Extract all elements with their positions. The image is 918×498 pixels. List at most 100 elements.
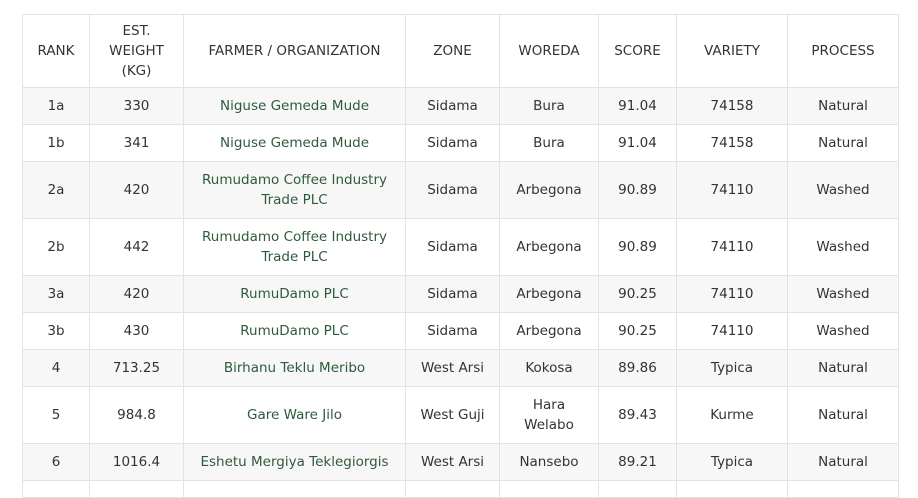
cell-score: 90.89 (598, 218, 677, 276)
cell-weight: 341 (89, 124, 184, 162)
cell-zone: Sidama (405, 161, 500, 219)
cell-weight: 1016.4 (89, 443, 184, 481)
cell-zone: West Arsi (405, 349, 500, 387)
table-row: 2a 420 Rumudamo Coffee Industry Trade PLC S… (22, 161, 899, 219)
cell-process: Washed (787, 275, 899, 313)
cell-woreda: Arbegona (499, 218, 599, 276)
cell-rank: 1b (22, 124, 90, 162)
column-header-woreda: WOREDA (499, 14, 599, 88)
cell-woreda: Bura (499, 87, 599, 125)
cell-woreda: Bura (499, 124, 599, 162)
cell-weight: 984.8 (89, 386, 184, 444)
column-header-variety: VARIETY (676, 14, 788, 88)
table-row: 2b 442 Rumudamo Coffee Industry Trade PLC S… (22, 218, 899, 276)
table-row: 4 713.25 Birhanu Teklu Meribo West Arsi Koko… (22, 349, 899, 387)
table-row: 6 1016.4 Eshetu Mergiya Teklegiorgis West A… (22, 443, 899, 481)
cell-rank: 6 (22, 443, 90, 481)
cell-rank (22, 480, 90, 498)
table-row: 1a 330 Niguse Gemeda Mude Sidama Bura 91.04 74… (22, 87, 899, 125)
cell-variety (676, 480, 788, 498)
cell-farmer: Niguse Gemeda Mude (183, 87, 406, 125)
cell-score: 91.04 (598, 124, 677, 162)
cell-score: 90.89 (598, 161, 677, 219)
table-header-row: RANK EST. WEIGHT (kg) FARMER / ORGANIZATIO… (22, 14, 899, 88)
cell-process: Natural (787, 349, 899, 387)
cell-process: Natural (787, 87, 899, 125)
column-header-farmer: FARMER / ORGANIZATION (183, 14, 406, 88)
cell-variety: 74110 (676, 218, 788, 276)
cell-rank: 3b (22, 312, 90, 350)
cell-score: 89.86 (598, 349, 677, 387)
cell-score: 89.21 (598, 443, 677, 481)
cell-variety: 74110 (676, 275, 788, 313)
table-row: 5 984.8 Gare Ware Jilo West Guji Hara Welabo… (22, 386, 899, 444)
cell-farmer: RumuDamo PLC (183, 312, 406, 350)
cell-variety: 74158 (676, 124, 788, 162)
cell-woreda: Arbegona (499, 161, 599, 219)
cell-farmer: Eshetu Mergiya Teklegiorgis (183, 443, 406, 481)
cell-variety: 74158 (676, 87, 788, 125)
cell-zone: West Guji (405, 386, 500, 444)
cell-farmer: Niguse Gemeda Mude (183, 124, 406, 162)
column-header-zone: ZONE (405, 14, 500, 88)
cell-weight: 330 (89, 87, 184, 125)
column-header-weight: EST. WEIGHT (kg) (89, 14, 184, 88)
table-body: 1a 330 Niguse Gemeda Mude Sidama Bura 91.04 74… (22, 87, 899, 498)
cell-rank: 2a (22, 161, 90, 219)
cell-farmer: Gare Ware Jilo (183, 386, 406, 444)
cell-score: 90.25 (598, 312, 677, 350)
cell-weight: 713.25 (89, 349, 184, 387)
cell-score: 89.43 (598, 386, 677, 444)
cell-variety: Typica (676, 349, 788, 387)
cell-process: Washed (787, 312, 899, 350)
column-header-rank: RANK (22, 14, 90, 88)
cell-process: Washed (787, 218, 899, 276)
cell-zone: Sidama (405, 87, 500, 125)
cell-score: 91.04 (598, 87, 677, 125)
cell-weight: 430 (89, 312, 184, 350)
cell-process: Natural (787, 443, 899, 481)
table-row: 1b 341 Niguse Gemeda Mude Sidama Bura 91.04 74… (22, 124, 899, 162)
cell-weight (89, 480, 184, 498)
cell-score (598, 480, 677, 498)
table-row: 3b 430 RumuDamo PLC Sidama Arbegona 90.25 7411… (22, 312, 899, 350)
cell-score: 90.25 (598, 275, 677, 313)
cell-rank: 2b (22, 218, 90, 276)
cell-zone: Sidama (405, 124, 500, 162)
cell-variety: 74110 (676, 312, 788, 350)
cell-farmer: Rumudamo Coffee Industry Trade PLC (183, 218, 406, 276)
cell-weight: 420 (89, 161, 184, 219)
results-table-container: RANK EST. WEIGHT (kg) FARMER / ORGANIZATIO… (22, 14, 899, 498)
cell-variety: 74110 (676, 161, 788, 219)
cell-rank: 5 (22, 386, 90, 444)
cell-process: Natural (787, 124, 899, 162)
table-row: 3a 420 RumuDamo PLC Sidama Arbegona 90.25 7411… (22, 275, 899, 313)
cell-rank: 3a (22, 275, 90, 313)
cell-woreda: Arbegona (499, 275, 599, 313)
cell-woreda: Arbegona (499, 312, 599, 350)
cell-zone: Sidama (405, 218, 500, 276)
cell-farmer: Birhanu Teklu Meribo (183, 349, 406, 387)
cell-zone (405, 480, 500, 498)
cell-zone: West Arsi (405, 443, 500, 481)
cell-weight: 420 (89, 275, 184, 313)
cell-zone: Sidama (405, 312, 500, 350)
cell-rank: 1a (22, 87, 90, 125)
results-table: RANK EST. WEIGHT (kg) FARMER / ORGANIZATIO… (22, 14, 899, 498)
cell-zone: Sidama (405, 275, 500, 313)
cell-process: Washed (787, 161, 899, 219)
cell-weight: 442 (89, 218, 184, 276)
cell-farmer: RumuDamo PLC (183, 275, 406, 313)
cell-variety: Typica (676, 443, 788, 481)
cell-variety: Kurme (676, 386, 788, 444)
cell-rank: 4 (22, 349, 90, 387)
column-header-process: PROCESS (787, 14, 899, 88)
cell-farmer (183, 480, 406, 498)
table-row (22, 480, 899, 498)
column-header-score: SCORE (598, 14, 677, 88)
cell-woreda: Nansebo (499, 443, 599, 481)
cell-woreda: Hara Welabo (499, 386, 599, 444)
cell-woreda (499, 480, 599, 498)
cell-farmer: Rumudamo Coffee Industry Trade PLC (183, 161, 406, 219)
cell-woreda: Kokosa (499, 349, 599, 387)
